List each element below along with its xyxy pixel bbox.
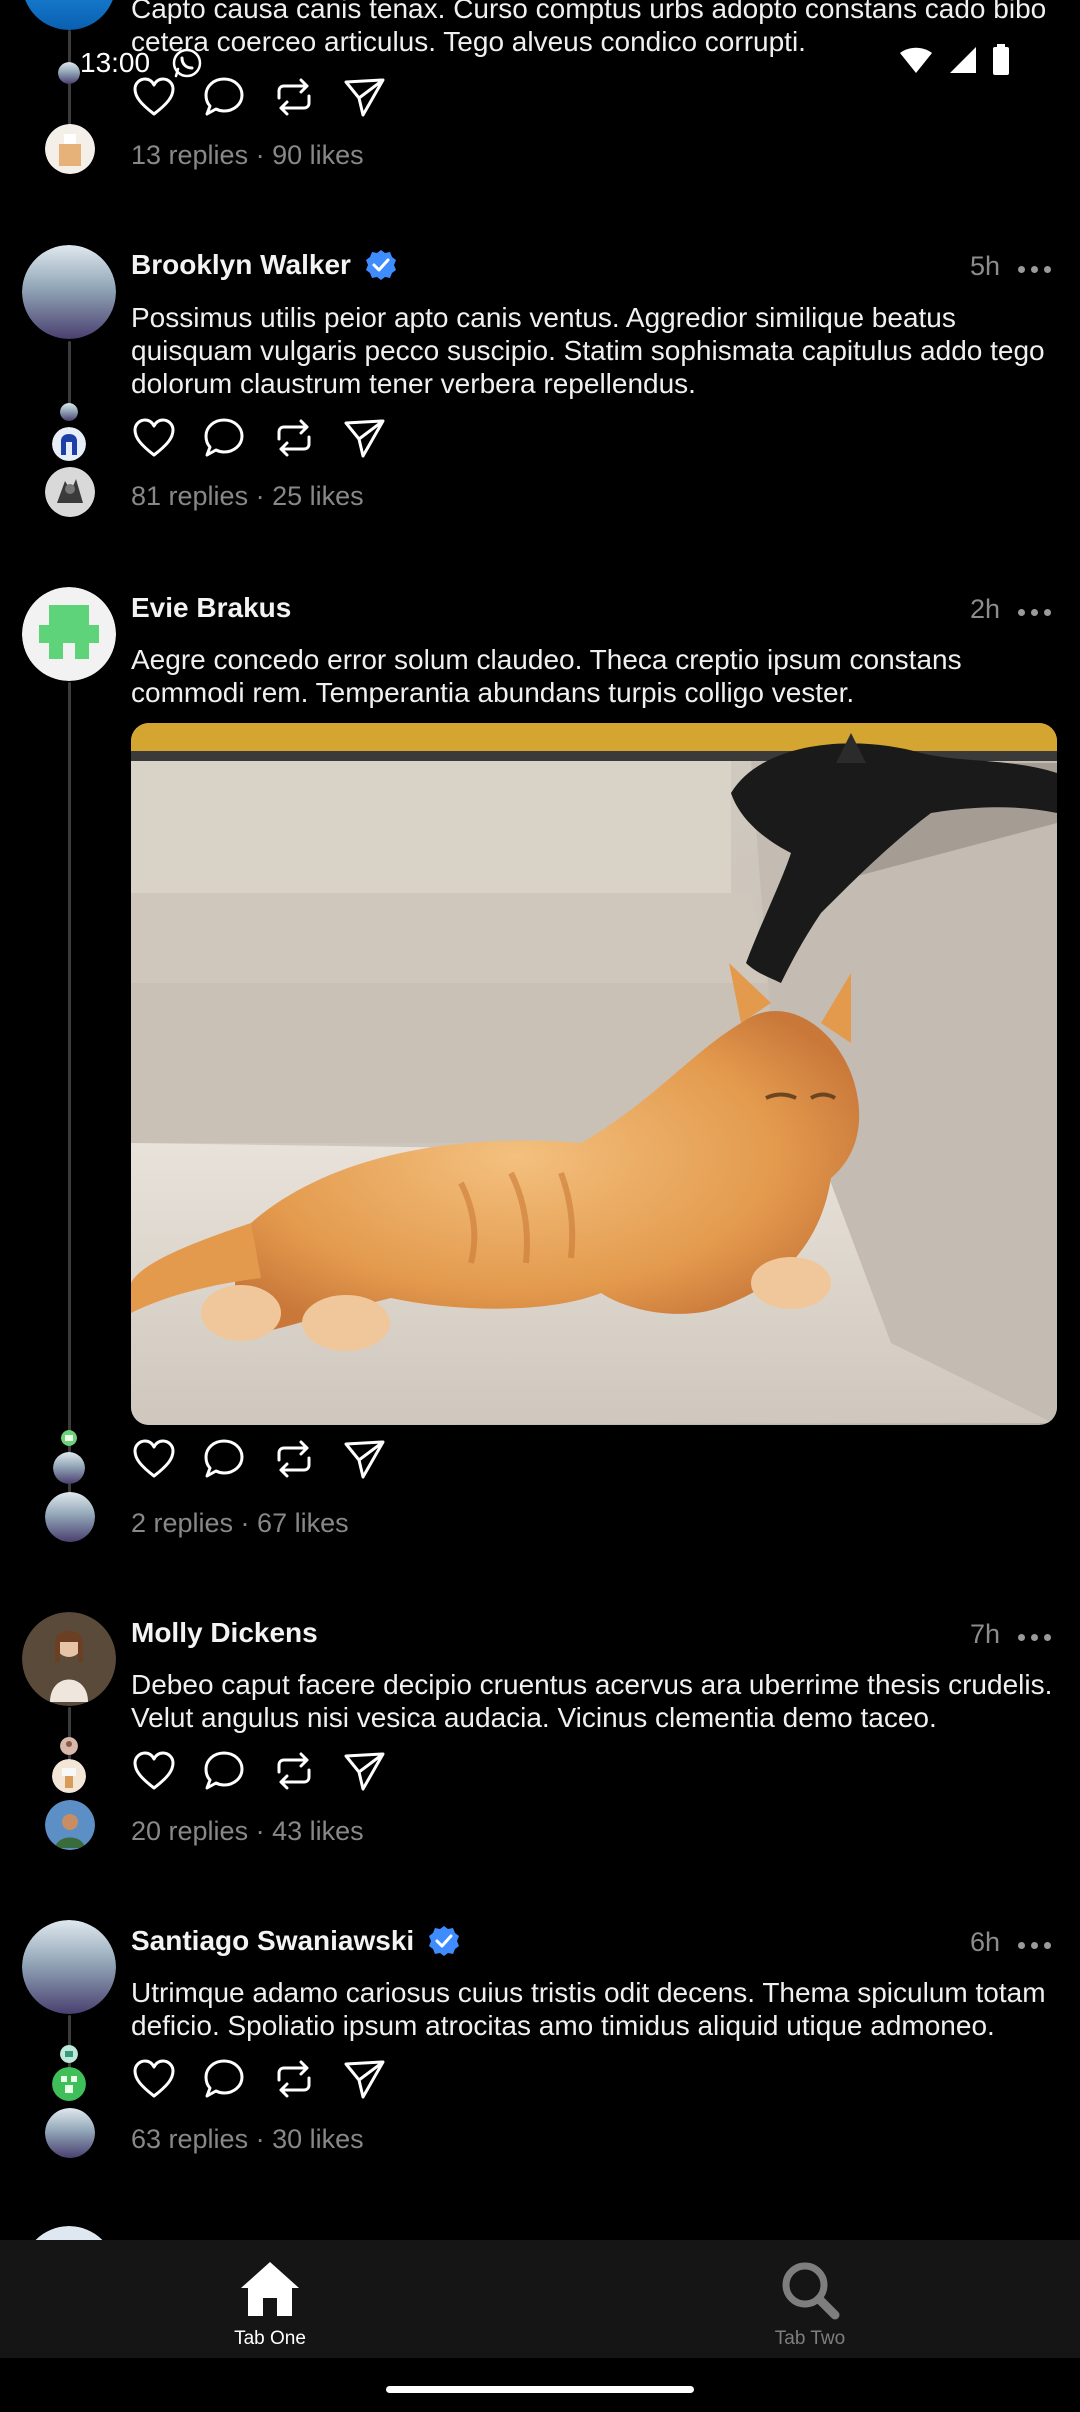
share-icon[interactable] (341, 415, 387, 461)
tab-two-label: Tab Two (774, 2328, 846, 2349)
like-icon[interactable] (131, 1748, 177, 1794)
like-icon[interactable] (131, 1436, 177, 1482)
author-name-text[interactable]: Brooklyn Walker (131, 249, 351, 281)
reply-avatar (60, 403, 78, 421)
comment-icon[interactable] (201, 1436, 247, 1482)
wifi-icon (900, 47, 932, 73)
post-time: 6h (969, 1927, 1000, 1957)
author-name-text[interactable]: Santiago Swaniawski (131, 1925, 414, 1957)
repost-icon[interactable] (271, 1748, 317, 1794)
reply-avatar (45, 467, 95, 517)
more-options-icon[interactable] (1018, 1939, 1058, 1951)
more-options-icon[interactable] (1018, 606, 1058, 618)
comment-icon[interactable] (201, 2056, 247, 2102)
tab-two[interactable]: Tab Two (540, 2240, 1080, 2358)
verified-icon (429, 1926, 460, 1956)
reply-avatar (61, 1430, 77, 1446)
post-image[interactable] (131, 723, 1057, 1425)
status-bar: 13:00 (0, 40, 1080, 88)
share-icon[interactable] (341, 1748, 387, 1794)
post-time: 7h (969, 1619, 1000, 1649)
author-name[interactable]: Evie Brakus (131, 592, 291, 624)
share-icon[interactable] (341, 1436, 387, 1482)
tab-one[interactable]: Tab One (0, 2240, 540, 2358)
reply-avatar (45, 124, 95, 174)
author-name[interactable]: Santiago Swaniawski (131, 1925, 460, 1957)
repost-icon[interactable] (271, 2056, 317, 2102)
post-meta: 20 replies · 43 likes (131, 1816, 364, 1846)
signal-icon (950, 47, 976, 73)
reply-avatar (60, 1737, 78, 1755)
bottom-tab-bar: Tab One Tab Two (0, 2240, 1080, 2358)
post-text: Utrimque adamo cariosus cuius tristis od… (131, 1977, 1046, 2041)
search-icon[interactable] (777, 2258, 843, 2322)
author-name[interactable]: Brooklyn Walker (131, 249, 397, 281)
post-text: Aegre concedo error solum claudeo. Theca… (131, 644, 962, 708)
feed[interactable]: Capto causa canis tenax. Curso comptus u… (0, 0, 1080, 2240)
share-icon[interactable] (341, 2056, 387, 2102)
home-indicator[interactable] (386, 2386, 694, 2393)
reply-avatar (52, 2067, 86, 2101)
post-actions (131, 1748, 387, 1794)
post-meta: 81 replies · 25 likes (131, 481, 364, 511)
reply-avatar (52, 427, 86, 461)
reply-avatar (60, 2045, 78, 2063)
verified-icon (365, 250, 396, 280)
reply-avatar (45, 1800, 95, 1850)
author-name-text[interactable]: Molly Dickens (131, 1617, 318, 1649)
post-actions (131, 415, 387, 461)
post-time: 5h (969, 251, 1000, 281)
home-icon[interactable] (237, 2258, 303, 2322)
status-time: 13:00 (80, 47, 151, 78)
tab-one-label: Tab One (234, 2328, 306, 2349)
avatar[interactable] (22, 0, 116, 30)
post-text: Debeo caput facere decipio cruentus acer… (131, 1669, 1053, 1733)
post-actions (131, 1436, 387, 1482)
comment-icon[interactable] (201, 1748, 247, 1794)
repost-icon[interactable] (271, 415, 317, 461)
avatar[interactable] (22, 2226, 116, 2240)
repost-icon[interactable] (271, 1436, 317, 1482)
post-text: Possimus utilis peior apto canis ventus.… (131, 302, 1045, 399)
reply-avatar (52, 1759, 86, 1793)
avatar[interactable] (22, 587, 116, 681)
avatar[interactable] (22, 245, 116, 339)
author-name[interactable]: Molly Dickens (131, 1617, 318, 1649)
like-icon[interactable] (131, 2056, 177, 2102)
system-icons (898, 44, 1010, 76)
reply-avatar (45, 1492, 95, 1542)
post-meta: 2 replies · 67 likes (131, 1508, 349, 1538)
more-options-icon[interactable] (1018, 1631, 1058, 1643)
battery-icon (993, 44, 1009, 75)
avatar[interactable] (22, 1612, 116, 1706)
reply-avatar (53, 1452, 85, 1484)
reply-avatar (45, 2108, 95, 2158)
post-meta: 63 replies · 30 likes (131, 2124, 364, 2154)
post-time: 2h (969, 594, 1000, 624)
more-options-icon[interactable] (1018, 263, 1058, 275)
post-meta: 13 replies · 90 likes (131, 140, 364, 170)
whatsapp-notification-icon (172, 48, 202, 78)
like-icon[interactable] (131, 415, 177, 461)
post-actions (131, 2056, 387, 2102)
comment-icon[interactable] (201, 415, 247, 461)
author-name-text[interactable]: Evie Brakus (131, 592, 291, 624)
thread-line (68, 682, 71, 1530)
avatar[interactable] (22, 1920, 116, 2014)
